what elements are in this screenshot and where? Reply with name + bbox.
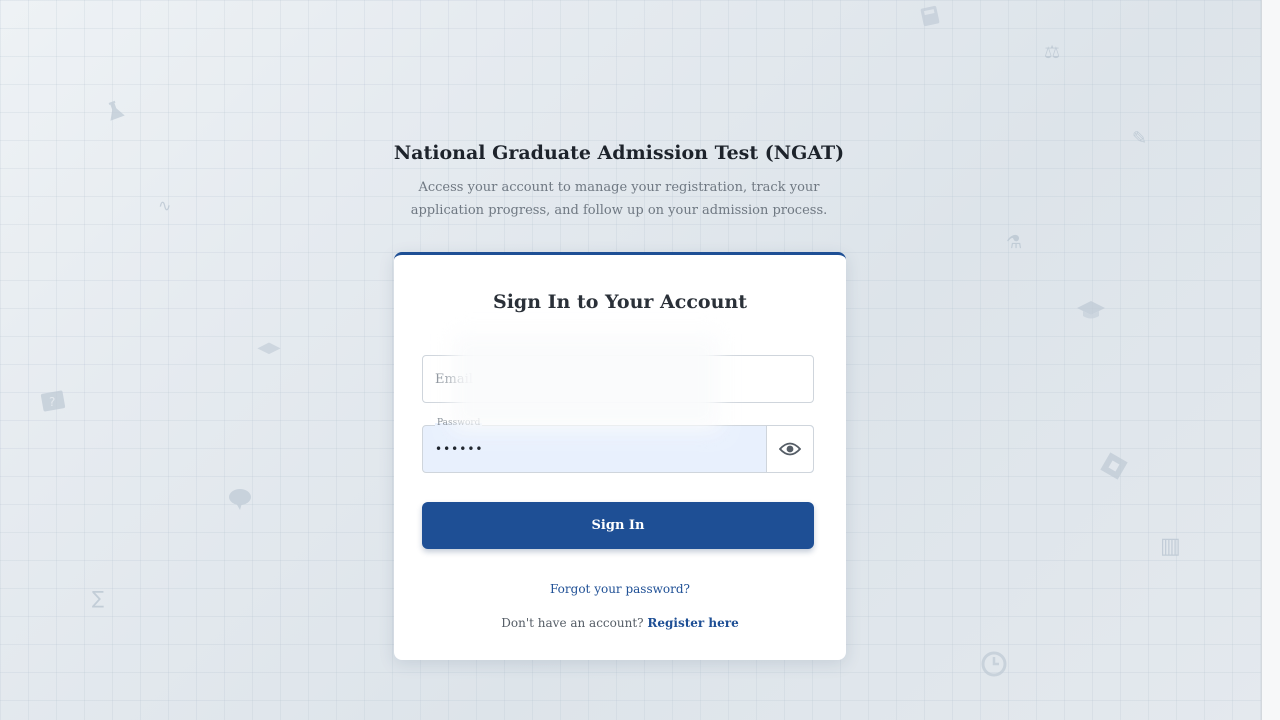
- password-field[interactable]: Password: [422, 418, 814, 473]
- puzzle-icon: [1098, 450, 1130, 486]
- clock-icon: [980, 650, 1008, 682]
- forgot-password-link[interactable]: Forgot your password?: [394, 582, 846, 596]
- graduation-cap-icon-small: [256, 340, 282, 364]
- calculator-icon: [918, 4, 942, 32]
- chat-icon: [226, 486, 254, 516]
- register-link[interactable]: Register here: [647, 616, 738, 630]
- page-header: National Graduate Admission Test (NGAT) …: [0, 142, 1238, 222]
- password-input[interactable]: [423, 426, 768, 472]
- window-edge: [1261, 0, 1280, 720]
- graduation-cap-icon: [1076, 298, 1106, 326]
- login-card: Sign In to Your Account Password Sign In…: [394, 252, 846, 660]
- svg-text:?: ?: [49, 395, 55, 409]
- card-title: Sign In to Your Account: [492, 291, 747, 313]
- pencil-icon: ▥: [1160, 534, 1181, 559]
- redaction-blur: [452, 334, 720, 430]
- register-prompt-text: Don't have an account?: [501, 616, 644, 630]
- eye-icon: [779, 442, 801, 456]
- scale-icon: ⚖: [1044, 42, 1061, 63]
- sign-in-button[interactable]: Sign In: [422, 502, 814, 549]
- page-subtitle: Access your account to manage your regis…: [410, 180, 828, 218]
- page-title: National Graduate Admission Test (NGAT): [393, 142, 845, 164]
- book-icon: ?: [38, 388, 68, 418]
- register-prompt: Don't have an account? Register here: [394, 616, 846, 630]
- forgot-password-label[interactable]: Forgot your password?: [550, 582, 690, 596]
- show-password-button[interactable]: [766, 426, 813, 472]
- flask-icon: [102, 98, 128, 128]
- compass-icon: ⚗: [1006, 232, 1023, 253]
- sigma-icon: ∑: [92, 588, 105, 609]
